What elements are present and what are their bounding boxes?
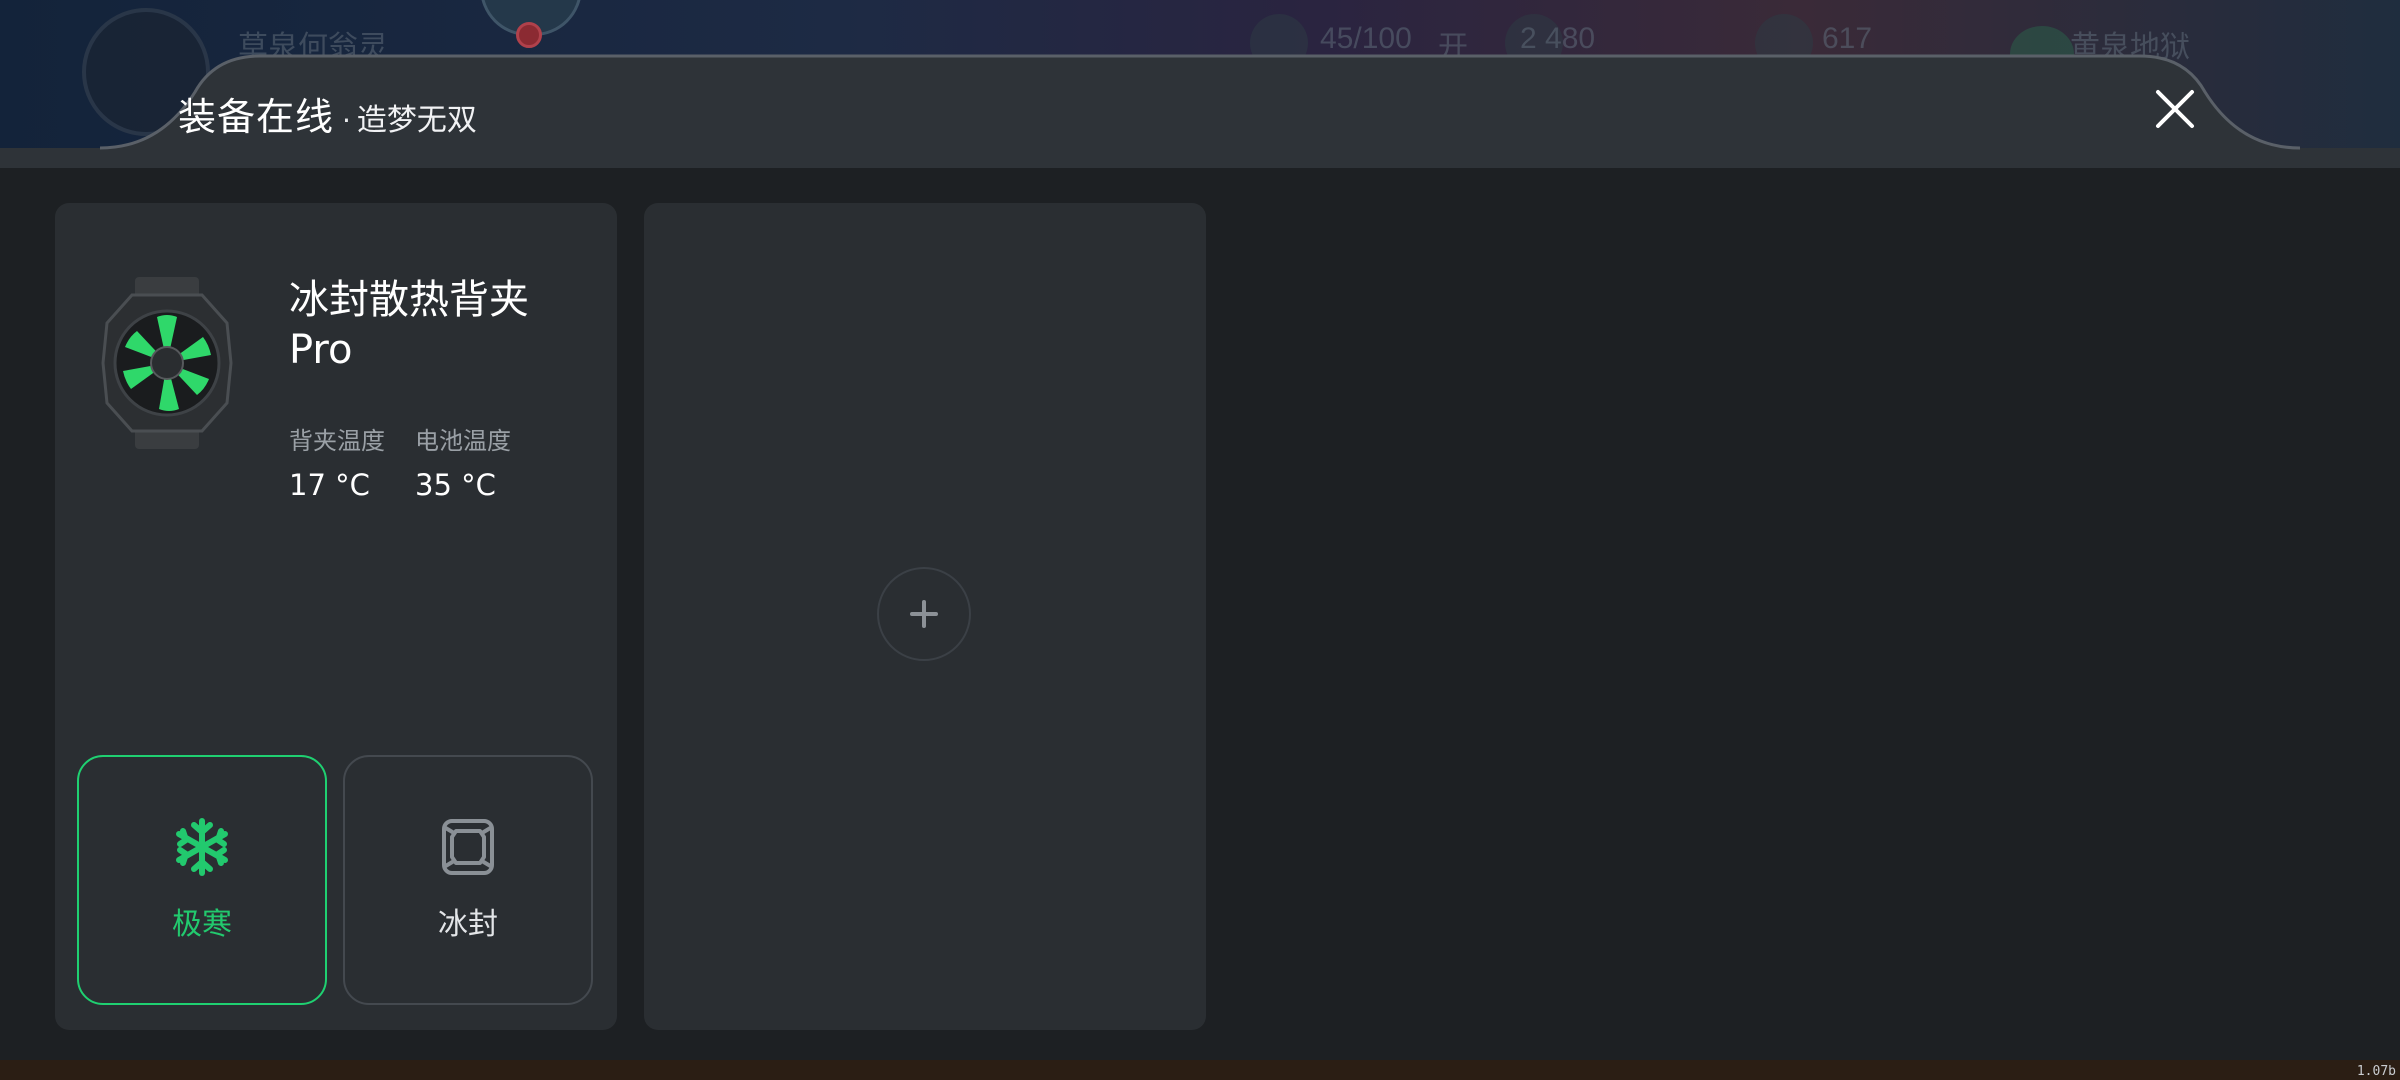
stat-label: 电池温度 — [415, 427, 511, 455]
close-icon — [2156, 90, 2194, 128]
mode-label: 极寒 — [172, 907, 232, 942]
mode-label: 冰封 — [438, 907, 498, 942]
title-main: 装备在线 — [178, 95, 335, 139]
page-title: 装备在线 · 造梦无双 — [178, 86, 477, 141]
bottom-strip — [0, 1060, 2400, 1080]
add-device-button[interactable] — [877, 567, 971, 661]
cooling-fan-device-icon — [101, 277, 233, 449]
device-card: 冰封散热背夹 Pro 背夹温度 17 °C 电池温度 35 °C 极寒 冰封 — [55, 203, 617, 1030]
screen: 草泉何翁灵 45/100 开 2 480 617 黄泉地狱 装备在线 · 造梦无… — [0, 0, 2400, 1080]
plus-icon — [910, 600, 938, 628]
stat-value: 17 °C — [289, 468, 370, 502]
title-game-name: 造梦无双 — [356, 103, 477, 138]
stat-clip-temperature: 背夹温度 17 °C — [289, 421, 385, 502]
stat-value: 35 °C — [415, 468, 496, 502]
mode-button-ice-seal[interactable]: 冰封 — [343, 755, 593, 1005]
background-resource-3: 617 — [1822, 22, 1873, 55]
title-separator: · — [342, 104, 351, 137]
stat-battery-temperature: 电池温度 35 °C — [415, 421, 511, 502]
close-button[interactable] — [2150, 84, 2200, 134]
ice-cube-icon — [442, 819, 494, 875]
device-name: 冰封散热背夹 Pro — [289, 277, 529, 373]
background-pin-dot — [516, 22, 542, 48]
stat-label: 背夹温度 — [289, 427, 385, 455]
add-device-card[interactable] — [644, 203, 1206, 1030]
version-label: 1.07b — [2356, 1064, 2396, 1079]
snowflake-icon — [176, 818, 228, 876]
mode-button-extreme-cold[interactable]: 极寒 — [77, 755, 327, 1005]
background-resource-2: 2 480 — [1520, 22, 1596, 55]
background-resource-1: 45/100 — [1320, 22, 1412, 55]
